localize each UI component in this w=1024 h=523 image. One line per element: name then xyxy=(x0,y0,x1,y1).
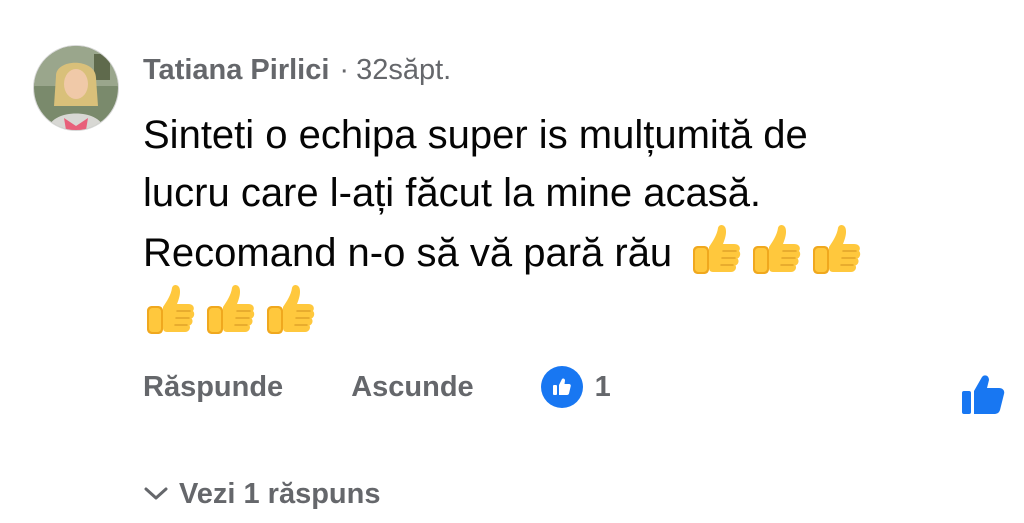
like-count: 1 xyxy=(594,370,611,403)
view-replies-label: Vezi 1 răspuns xyxy=(179,477,381,510)
like-button[interactable] xyxy=(960,372,1006,416)
avatar-photo xyxy=(34,46,118,130)
like-reaction-icon xyxy=(540,366,583,408)
thumbs-up-icon xyxy=(205,282,255,336)
comment: Tatiana Pirlici · 32săpt. Sinteti o echi… xyxy=(0,0,1024,523)
reaction-summary[interactable]: 1 xyxy=(540,366,611,408)
thumbs-up-icon xyxy=(962,375,1005,414)
comment-text-line: Recomand n-o să vă pară rău xyxy=(143,231,673,275)
thumbs-up-icon xyxy=(751,222,801,276)
hide-button[interactable]: Ascunde xyxy=(351,371,473,404)
comment-actions: Răspunde Ascunde 1 xyxy=(143,365,611,409)
comment-text-line: Sinteti o echipa super is mulțumită de xyxy=(143,113,808,157)
author-name[interactable]: Tatiana Pirlici xyxy=(143,54,329,87)
timestamp[interactable]: 32săpt. xyxy=(356,54,451,87)
comment-text-line: lucru care l-ați făcut la mine acasă. xyxy=(143,171,762,215)
separator-dot: · xyxy=(339,53,350,86)
thumbs-up-icon xyxy=(691,222,741,276)
thumbs-up-icon xyxy=(265,282,315,336)
comment-body: Sinteti o echipa super is mulțumită de l… xyxy=(143,106,1003,342)
avatar[interactable] xyxy=(33,45,119,131)
chevron-down-icon xyxy=(144,487,168,500)
view-replies-link[interactable]: Vezi 1 răspuns xyxy=(143,472,381,516)
thumbs-up-icon xyxy=(145,282,195,336)
thumbs-up-icon xyxy=(811,222,861,276)
comment-header: Tatiana Pirlici · 32săpt. xyxy=(143,50,451,90)
reply-button[interactable]: Răspunde xyxy=(143,371,283,404)
